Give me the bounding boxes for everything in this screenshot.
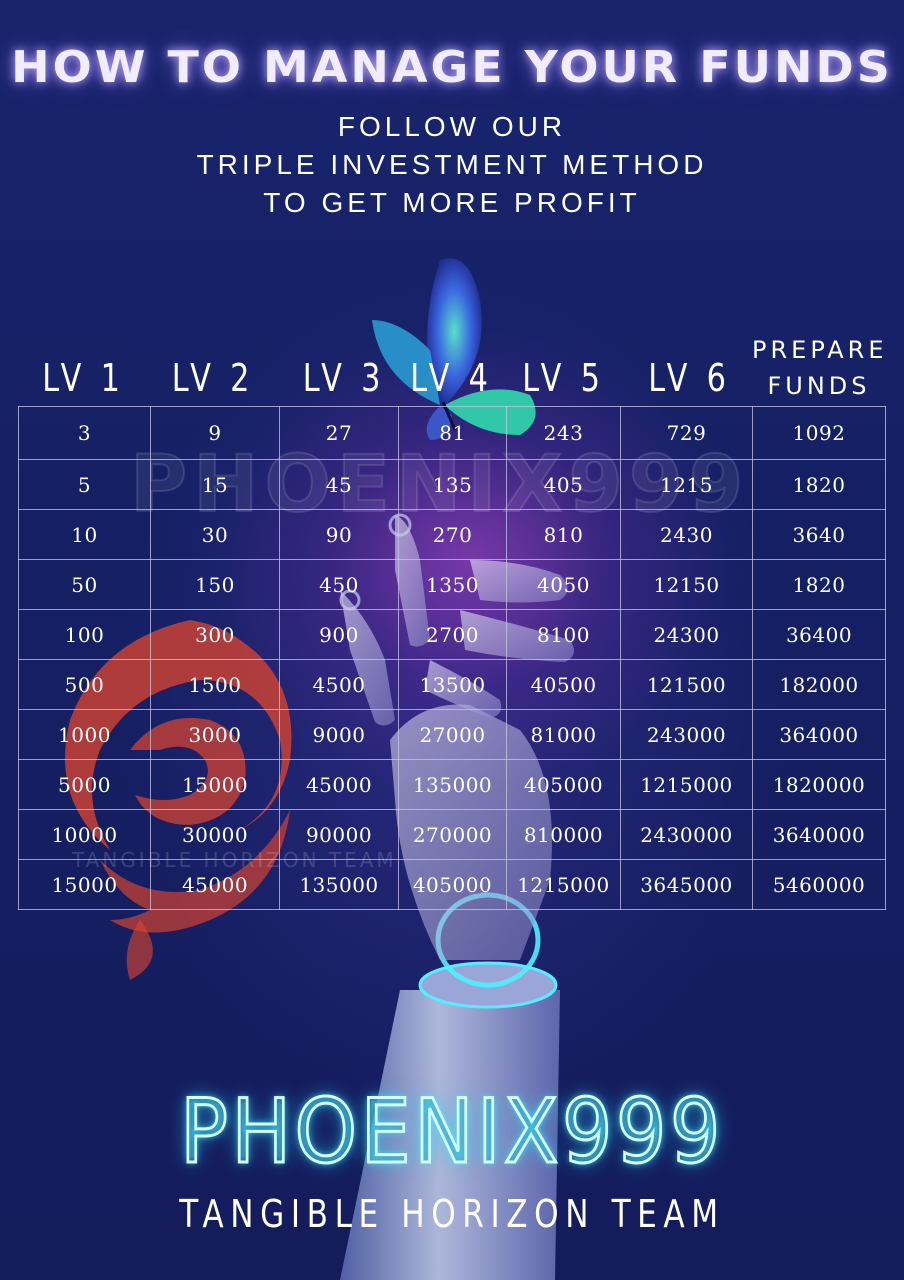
table-row: 5000 15000 45000 135000 405000 1215000 1…	[18, 759, 886, 810]
subtitle-line: FOLLOW OUR	[337, 111, 567, 142]
column-header-lv6: LV 6	[648, 356, 731, 400]
subtitle-line: TO GET MORE PROFIT	[263, 187, 641, 218]
column-header-lv1: LV 1	[42, 356, 125, 400]
column-header-prepare-funds: PREPARE FUNDS	[752, 332, 886, 404]
table-cell: 13500	[398, 659, 507, 710]
table-cell: 5460000	[752, 859, 886, 910]
table-cell: 1350	[398, 559, 507, 610]
table-cell: 135	[398, 459, 507, 510]
table-cell: 405000	[398, 859, 507, 910]
table-row: 1000 3000 9000 27000 81000 243000 364000	[18, 709, 886, 760]
table-cell: 1092	[752, 406, 886, 460]
table-cell: 3640000	[752, 809, 886, 860]
table-row: 500 1500 4500 13500 40500 121500 182000	[18, 659, 886, 710]
column-header-lv4: LV 4	[410, 356, 493, 400]
table-row: 10000 30000 90000 270000 810000 2430000 …	[18, 809, 886, 860]
table-cell: 1820	[752, 459, 886, 510]
table-cell: 27	[279, 406, 399, 460]
table-cell: 300	[150, 609, 280, 660]
page-title: HOW TO MANAGE YOUR FUNDS	[11, 41, 893, 93]
table-cell: 40500	[506, 659, 621, 710]
table-cell: 81	[398, 406, 507, 460]
table-cell: 364000	[752, 709, 886, 760]
table-cell: 3645000	[620, 859, 753, 910]
table-cell: 182000	[752, 659, 886, 710]
table-cell: 4500	[279, 659, 399, 710]
table-cell: 150	[150, 559, 280, 610]
table-cell: 8100	[506, 609, 621, 660]
table-cell: 270000	[398, 809, 507, 860]
table-cell: 10	[18, 509, 151, 560]
table-cell: 135000	[398, 759, 507, 810]
table-cell: 24300	[620, 609, 753, 660]
column-header-lv2: LV 2	[171, 356, 255, 400]
table-cell: 243000	[620, 709, 753, 760]
table-cell: 1000	[18, 709, 151, 760]
table-cell: 36400	[752, 609, 886, 660]
table-cell: 3000	[150, 709, 280, 760]
table-cell: 45000	[279, 759, 399, 810]
table-cell: 27000	[398, 709, 507, 760]
table-cell: 810000	[506, 809, 621, 860]
table-cell: 4050	[506, 559, 621, 610]
table-cell: 90	[279, 509, 399, 560]
table-cell: 15000	[18, 859, 151, 910]
table-cell: 3640	[752, 509, 886, 560]
table-cell: 2430	[620, 509, 753, 560]
table-cell: 15	[150, 459, 280, 510]
table-cell: 45000	[150, 859, 280, 910]
table-cell: 729	[620, 406, 753, 460]
table-cell: 121500	[620, 659, 753, 710]
table-cell: 100	[18, 609, 151, 660]
table-row: 10 30 90 270 810 2430 3640	[18, 509, 886, 560]
column-header-lv3: LV 3	[302, 356, 386, 400]
table-cell: 50	[18, 559, 151, 610]
table-row: 100 300 900 2700 8100 24300 36400	[18, 609, 886, 660]
table-cell: 243	[506, 406, 621, 460]
table-cell: 5000	[18, 759, 151, 810]
column-header-lv5: LV 5	[522, 356, 605, 400]
table-cell: 2430000	[620, 809, 753, 860]
table-row: 5 15 45 135 405 1215 1820	[18, 459, 886, 510]
table-cell: 30	[150, 509, 280, 560]
table-cell: 12150	[620, 559, 753, 610]
table-cell: 405	[506, 459, 621, 510]
subtitle: FOLLOW OUR TRIPLE INVESTMENT METHOD TO G…	[0, 108, 904, 222]
table-cell: 15000	[150, 759, 280, 810]
table-row: 50 150 450 1350 4050 12150 1820	[18, 559, 886, 610]
table-cell: 135000	[279, 859, 399, 910]
table-cell: 90000	[279, 809, 399, 860]
table-cell: 500	[18, 659, 151, 710]
table-cell: 1215000	[620, 759, 753, 810]
table-cell: 1820	[752, 559, 886, 610]
table-cell: 1500	[150, 659, 280, 710]
table-cell: 3	[18, 406, 151, 460]
table-cell: 405000	[506, 759, 621, 810]
team-name: TANGIBLE HORIZON TEAM	[179, 1192, 725, 1236]
subtitle-line: TRIPLE INVESTMENT METHOD	[196, 149, 708, 180]
table-row: 15000 45000 135000 405000 1215000 364500…	[18, 859, 886, 910]
table-cell: 2700	[398, 609, 507, 660]
table-cell: 450	[279, 559, 399, 610]
table-cell: 10000	[18, 809, 151, 860]
table-cell: 1215	[620, 459, 753, 510]
table-cell: 1820000	[752, 759, 886, 810]
table-cell: 810	[506, 509, 621, 560]
table-cell: 9	[150, 406, 280, 460]
table-cell: 270	[398, 509, 507, 560]
table-row: 3 9 27 81 243 729 1092	[18, 406, 886, 460]
table-cell: 9000	[279, 709, 399, 760]
table-cell: 30000	[150, 809, 280, 860]
prepare-header-line: PREPARE	[752, 336, 888, 364]
investment-table: 3 9 27 81 243 729 1092 5 15 45 135 405 1…	[18, 406, 886, 910]
table-cell: 5	[18, 459, 151, 510]
brand-logo-text: PHOENIX999	[179, 1079, 724, 1185]
prepare-header-line: FUNDS	[767, 372, 871, 400]
table-cell: 1215000	[506, 859, 621, 910]
table-cell: 45	[279, 459, 399, 510]
table-cell: 81000	[506, 709, 621, 760]
table-cell: 900	[279, 609, 399, 660]
